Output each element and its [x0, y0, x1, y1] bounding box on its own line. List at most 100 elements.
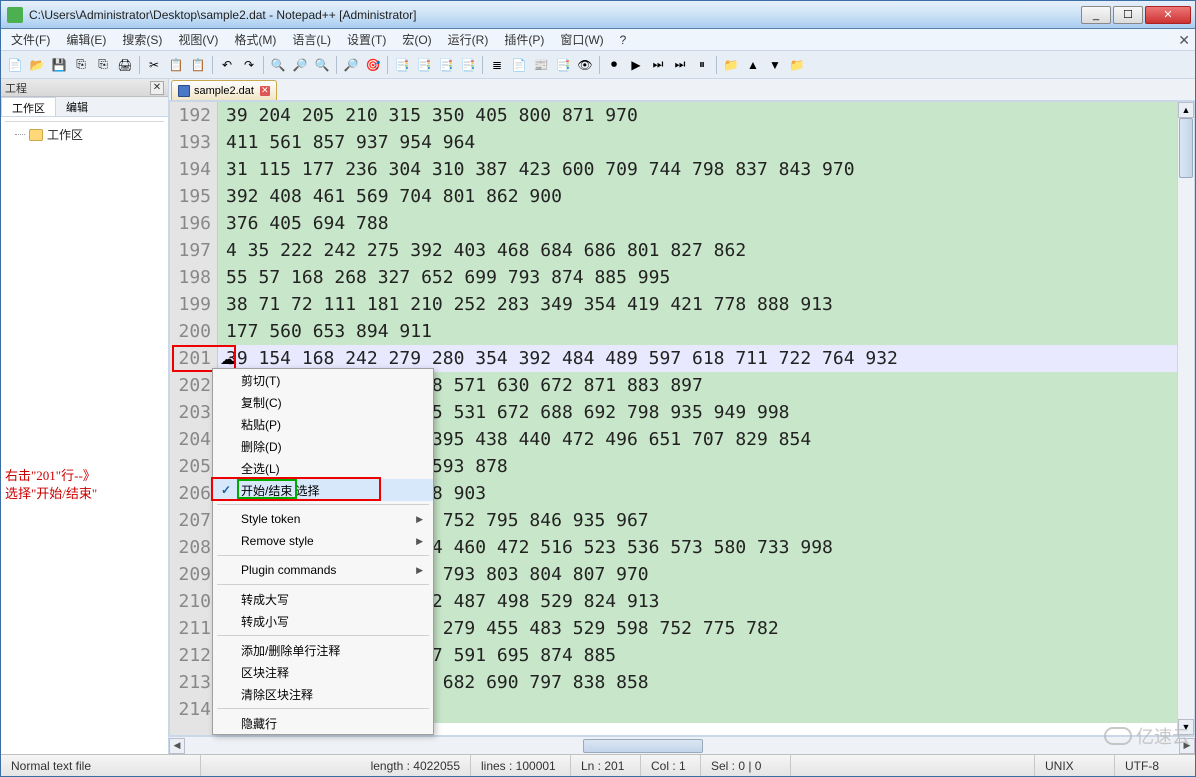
- cm-to-lower[interactable]: 转成小写: [213, 610, 433, 632]
- toolbar-button[interactable]: ↶: [217, 55, 237, 75]
- code-line[interactable]: 177 560 653 894 911: [218, 318, 1194, 345]
- toolbar-button[interactable]: ⏺: [604, 55, 624, 75]
- line-number[interactable]: 194: [170, 156, 211, 183]
- cm-block-comment[interactable]: 区块注释: [213, 661, 433, 683]
- toolbar-button[interactable]: ▲: [743, 55, 763, 75]
- cm-remove-style[interactable]: Remove style▶: [213, 530, 433, 552]
- toolbar-button[interactable]: ⏭: [648, 55, 668, 75]
- toolbar-button[interactable]: 📰: [531, 55, 551, 75]
- menu-help[interactable]: ?: [614, 31, 633, 49]
- toolbar-button[interactable]: ⏭: [670, 55, 690, 75]
- line-number[interactable]: 192: [170, 102, 211, 129]
- tab-edit[interactable]: 编辑: [56, 97, 98, 116]
- toolbar-button[interactable]: 📑: [392, 55, 412, 75]
- toolbar-button[interactable]: 👁: [575, 55, 595, 75]
- minimize-button[interactable]: _: [1081, 6, 1111, 24]
- scroll-left-arrow[interactable]: ◀: [169, 738, 185, 754]
- toolbar-button[interactable]: 📑: [553, 55, 573, 75]
- cm-plugin-commands[interactable]: Plugin commands▶: [213, 559, 433, 581]
- vertical-scrollbar[interactable]: ▲ ▼: [1177, 102, 1194, 735]
- maximize-button[interactable]: ☐: [1113, 6, 1143, 24]
- scroll-h-track[interactable]: [185, 739, 1179, 753]
- line-number-gutter[interactable]: 1921931941951961971981992002012022032042…: [170, 102, 218, 735]
- toolbar-button[interactable]: 🔍: [268, 55, 288, 75]
- cm-delete[interactable]: 删除(D): [213, 435, 433, 457]
- toolbar-button[interactable]: 📑: [436, 55, 456, 75]
- toolbar-button[interactable]: 📁: [721, 55, 741, 75]
- toolbar-button[interactable]: 💾: [49, 55, 69, 75]
- line-number[interactable]: 200: [170, 318, 211, 345]
- code-line[interactable]: 31 115 177 236 304 310 387 423 600 709 7…: [218, 156, 1194, 183]
- line-number[interactable]: 203: [170, 399, 211, 426]
- tree-root-item[interactable]: 工作区: [5, 126, 164, 143]
- line-number[interactable]: 209: [170, 561, 211, 588]
- cm-cut[interactable]: 剪切(T): [213, 369, 433, 391]
- menu-language[interactable]: 语言(L): [286, 29, 337, 50]
- cm-paste[interactable]: 粘贴(P): [213, 413, 433, 435]
- menu-format[interactable]: 格式(M): [228, 29, 282, 50]
- menu-file[interactable]: 文件(F): [5, 29, 56, 50]
- toolbar-button[interactable]: ⏸: [692, 55, 712, 75]
- line-number[interactable]: 205: [170, 453, 211, 480]
- cm-clear-block-comment[interactable]: 清除区块注释: [213, 683, 433, 705]
- line-number[interactable]: 214: [170, 696, 211, 723]
- toolbar-button[interactable]: ✂: [144, 55, 164, 75]
- menu-window[interactable]: 窗口(W): [554, 29, 609, 50]
- line-number[interactable]: 210: [170, 588, 211, 615]
- toolbar-button[interactable]: 📋: [166, 55, 186, 75]
- line-number[interactable]: 212: [170, 642, 211, 669]
- line-number[interactable]: 196: [170, 210, 211, 237]
- toolbar-button[interactable]: 📑: [414, 55, 434, 75]
- scroll-track[interactable]: [1178, 118, 1194, 719]
- toolbar-button[interactable]: 📑: [458, 55, 478, 75]
- menu-view[interactable]: 视图(V): [172, 29, 224, 50]
- toolbar-button[interactable]: ▶: [626, 55, 646, 75]
- code-line[interactable]: 376 405 694 788: [218, 210, 1194, 237]
- toolbar-button[interactable]: ↷: [239, 55, 259, 75]
- tab-close-icon[interactable]: ✕: [260, 86, 270, 96]
- toolbar-button[interactable]: ≣: [487, 55, 507, 75]
- panel-close-button[interactable]: ✕: [150, 81, 164, 95]
- menu-macro[interactable]: 宏(O): [396, 29, 437, 50]
- cm-to-upper[interactable]: 转成大写: [213, 588, 433, 610]
- scroll-down-arrow[interactable]: ▼: [1178, 719, 1194, 735]
- close-button[interactable]: ✕: [1145, 6, 1191, 24]
- menu-run[interactable]: 运行(R): [442, 29, 495, 50]
- menu-settings[interactable]: 设置(T): [341, 29, 392, 50]
- cm-copy[interactable]: 复制(C): [213, 391, 433, 413]
- menu-search[interactable]: 搜索(S): [116, 29, 168, 50]
- toolbar-button[interactable]: 📄: [5, 55, 25, 75]
- line-number[interactable]: 199: [170, 291, 211, 318]
- code-line[interactable]: 411 561 857 937 954 964: [218, 129, 1194, 156]
- toolbar-button[interactable]: 📋: [188, 55, 208, 75]
- scroll-thumb[interactable]: [1179, 118, 1193, 178]
- line-number[interactable]: 206: [170, 480, 211, 507]
- line-number[interactable]: 193: [170, 129, 211, 156]
- line-number[interactable]: 202: [170, 372, 211, 399]
- line-number[interactable]: 213: [170, 669, 211, 696]
- toolbar-button[interactable]: ▼: [765, 55, 785, 75]
- code-line[interactable]: 392 408 461 569 704 801 862 900: [218, 183, 1194, 210]
- toolbar-button[interactable]: 📂: [27, 55, 47, 75]
- secondary-close-button[interactable]: ✕: [1178, 32, 1190, 49]
- cm-hide-lines[interactable]: 隐藏行: [213, 712, 433, 734]
- toolbar-button[interactable]: ⎘: [93, 55, 113, 75]
- code-line[interactable]: 39 204 205 210 315 350 405 800 871 970: [218, 102, 1194, 129]
- scroll-h-thumb[interactable]: [583, 739, 703, 753]
- toolbar-button[interactable]: 🔎: [341, 55, 361, 75]
- cm-select-all[interactable]: 全选(L): [213, 457, 433, 479]
- line-number[interactable]: 208: [170, 534, 211, 561]
- file-tab[interactable]: sample2.dat ✕: [171, 80, 277, 100]
- cm-toggle-comment[interactable]: 添加/删除单行注释: [213, 639, 433, 661]
- menu-edit[interactable]: 编辑(E): [60, 29, 112, 50]
- cm-begin-end-select[interactable]: ✓ 开始/结束 选择: [213, 479, 433, 501]
- line-number[interactable]: 201: [170, 345, 211, 372]
- tab-workspace[interactable]: 工作区: [1, 97, 56, 116]
- code-line[interactable]: 4 35 222 242 275 392 403 468 684 686 801…: [218, 237, 1194, 264]
- line-number[interactable]: 197: [170, 237, 211, 264]
- toolbar-button[interactable]: 🔎: [290, 55, 310, 75]
- horizontal-scrollbar[interactable]: ◀ ▶: [169, 736, 1195, 754]
- toolbar-button[interactable]: 📁: [787, 55, 807, 75]
- scroll-right-arrow[interactable]: ▶: [1179, 738, 1195, 754]
- scroll-up-arrow[interactable]: ▲: [1178, 102, 1194, 118]
